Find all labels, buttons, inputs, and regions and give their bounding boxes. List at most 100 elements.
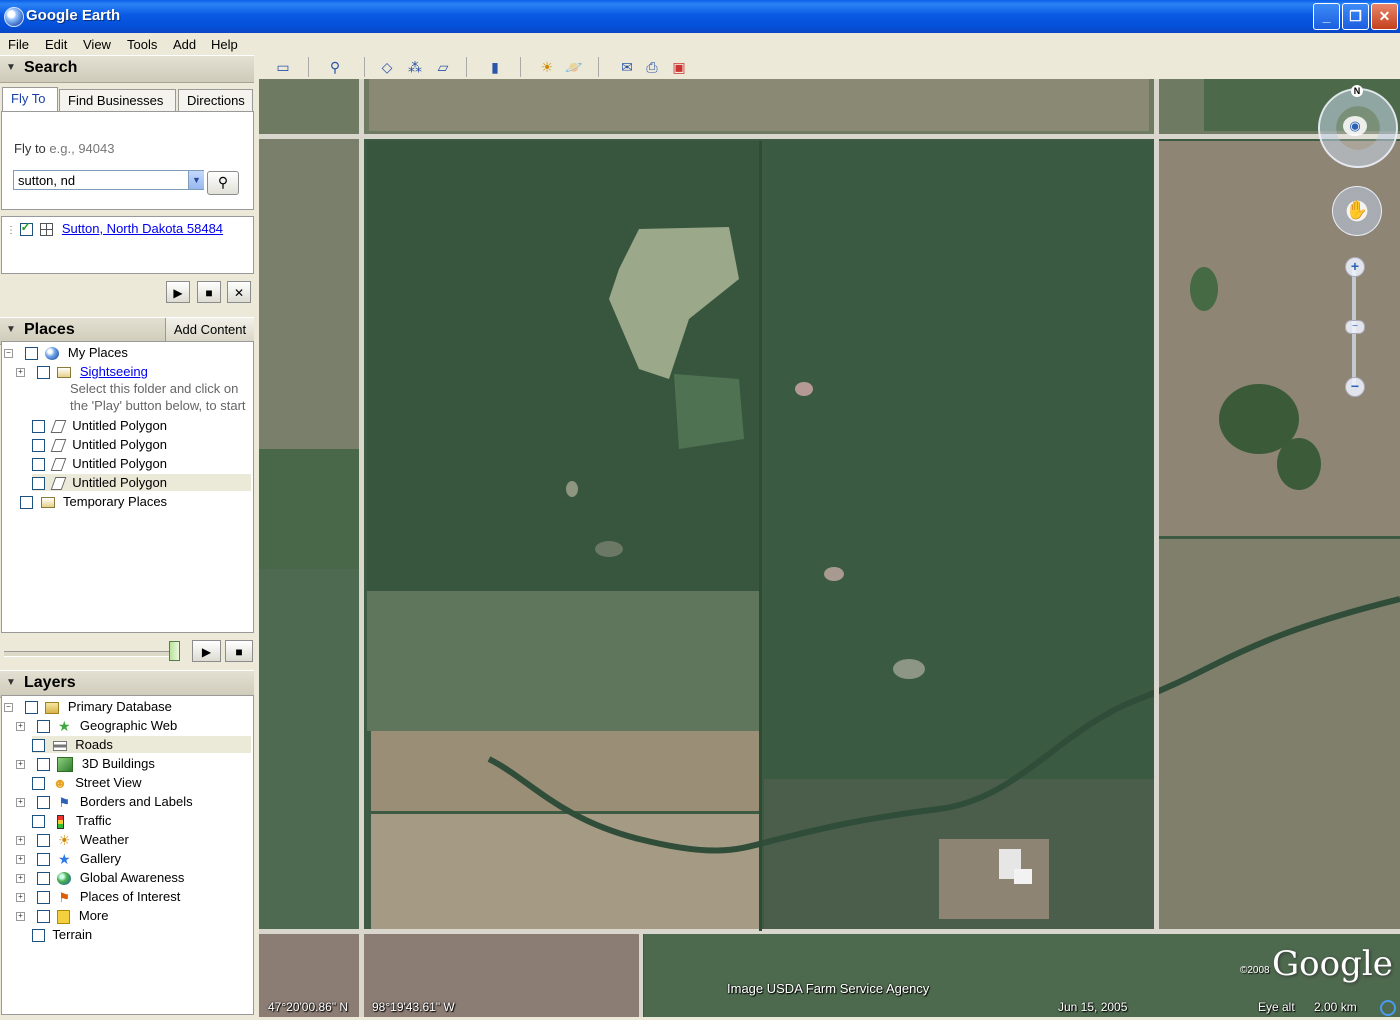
expand-icon[interactable]: + [16,798,25,808]
layer-geographic-web[interactable]: + ★ Geographic Web [16,718,177,734]
add-content-button[interactable]: Add Content [165,318,254,342]
zoom-in-button[interactable]: + [1345,257,1365,277]
tour-stop-button[interactable]: ■ [225,640,253,662]
ruler-icon[interactable]: ▮ [484,57,506,77]
clear-results-button[interactable]: ✕ [227,281,251,303]
layer-weather[interactable]: + ☀ Weather [16,832,129,848]
tree-checkbox[interactable] [20,496,33,510]
expand-icon[interactable]: + [16,722,25,732]
print-icon[interactable]: ⎙ [641,57,663,77]
add-placemark-icon[interactable]: ⚲ [324,57,346,77]
tour-slider-handle[interactable] [169,641,180,661]
minimize-button[interactable]: _ [1313,3,1340,30]
tab-directions[interactable]: Directions [178,89,253,111]
layer-roads[interactable]: Roads [32,736,251,754]
tour-play-button[interactable]: ▶ [192,640,221,662]
expand-icon[interactable]: + [16,760,25,770]
stop-button[interactable]: ■ [197,281,221,303]
layer-checkbox[interactable] [32,739,45,753]
view-in-maps-icon[interactable]: ▣ [668,57,690,77]
layer-checkbox[interactable] [36,891,50,905]
move-hand-icon[interactable]: ✋ [1332,186,1382,236]
layer-checkbox[interactable] [24,701,38,715]
layer-borders-labels[interactable]: + ⚑ Borders and Labels [16,794,193,810]
collapse-icon[interactable]: − [4,703,13,713]
collapse-triangle-icon[interactable]: ▼ [6,677,16,688]
menu-view[interactable]: View [77,35,117,54]
maximize-button[interactable]: ❐ [1342,3,1369,30]
tree-checkbox[interactable] [32,477,45,491]
tree-checkbox[interactable] [24,347,38,361]
search-result-item[interactable]: ⋮ Sutton, North Dakota 58484 [6,220,223,237]
north-indicator[interactable]: N [1351,85,1363,97]
expand-icon[interactable]: + [16,874,25,884]
tree-item-polygon[interactable]: Untitled Polygon [32,437,167,453]
expand-icon[interactable]: + [16,893,25,903]
layer-checkbox[interactable] [36,834,50,848]
menu-edit[interactable]: Edit [39,35,73,54]
tree-item-temporary-places[interactable]: Temporary Places [20,494,167,510]
zoom-out-button[interactable]: − [1345,377,1365,397]
result-link[interactable]: Sutton, North Dakota 58484 [62,221,223,236]
layer-checkbox[interactable] [36,796,50,810]
tree-checkbox[interactable] [32,458,45,472]
zoom-slider-handle[interactable]: − [1345,320,1365,334]
expand-icon[interactable]: + [16,368,25,378]
search-history-dropdown-icon[interactable]: ▼ [188,171,204,189]
eye-icon[interactable]: ◉ [1343,116,1367,136]
layer-street-view[interactable]: ☻ Street View [32,775,142,791]
email-icon[interactable]: ✉ [616,57,638,77]
expand-icon[interactable]: + [16,836,25,846]
layer-places-of-interest[interactable]: + ⚑ Places of Interest [16,889,180,905]
expand-icon[interactable]: + [16,855,25,865]
sunlight-icon[interactable]: ☀ [536,57,558,77]
layer-primary-database[interactable]: − Primary Database [4,699,172,715]
add-polygon-icon[interactable]: ◇ [376,57,398,77]
layer-terrain[interactable]: Terrain [32,927,92,943]
search-button[interactable]: ⚲ [207,171,239,195]
layer-checkbox[interactable] [36,720,50,734]
sidebar-toggle-icon[interactable]: ▭ [272,57,294,77]
layer-checkbox[interactable] [32,777,45,791]
result-checkbox[interactable] [19,220,33,237]
sky-planet-icon[interactable]: 🪐 [563,57,585,77]
collapse-triangle-icon[interactable]: ▼ [6,62,16,73]
tree-item-polygon[interactable]: Untitled Polygon [32,474,251,492]
layer-checkbox[interactable] [32,815,45,829]
search-panel-header[interactable]: ▼ Search [0,55,254,83]
menu-tools[interactable]: Tools [121,35,163,54]
layer-checkbox[interactable] [36,872,50,886]
tree-checkbox[interactable] [32,439,45,453]
layer-checkbox[interactable] [32,929,45,943]
tour-speed-slider[interactable] [4,651,174,657]
add-path-icon[interactable]: ⁂ [404,57,426,77]
tree-item-polygon[interactable]: Untitled Polygon [32,418,167,434]
layer-checkbox[interactable] [36,758,50,772]
layer-3d-buildings[interactable]: + 3D Buildings [16,756,155,773]
tree-label[interactable]: Sightseeing [80,364,148,379]
close-button[interactable]: ✕ [1371,3,1398,30]
collapse-triangle-icon[interactable]: ▼ [6,324,16,335]
tree-item-sightseeing[interactable]: + Sightseeing [16,364,148,380]
tree-checkbox[interactable] [32,420,45,434]
tree-checkbox[interactable] [36,366,50,380]
layer-global-awareness[interactable]: + Global Awareness [16,870,184,886]
menu-help[interactable]: Help [205,35,244,54]
tab-find-businesses[interactable]: Find Businesses [59,89,176,111]
layer-traffic[interactable]: Traffic [32,813,111,829]
expand-icon[interactable]: + [16,912,25,922]
menu-add[interactable]: Add [167,35,202,54]
layer-checkbox[interactable] [36,853,50,867]
collapse-icon[interactable]: − [4,349,13,359]
layers-panel-header[interactable]: ▼ Layers [0,670,254,698]
search-input[interactable]: sutton, nd [13,170,204,190]
map-view[interactable]: Image USDA Farm Service Agency [259,79,1400,1017]
tree-item-my-places[interactable]: − My Places [4,345,128,361]
tree-item-polygon[interactable]: Untitled Polygon [32,456,167,472]
layer-more[interactable]: + More [16,908,109,924]
tab-fly-to[interactable]: Fly To [2,87,58,111]
add-image-overlay-icon[interactable]: ▱ [432,57,454,77]
play-button[interactable]: ▶ [166,281,190,303]
layer-checkbox[interactable] [36,910,50,924]
layer-gallery[interactable]: + ★ Gallery [16,851,121,867]
